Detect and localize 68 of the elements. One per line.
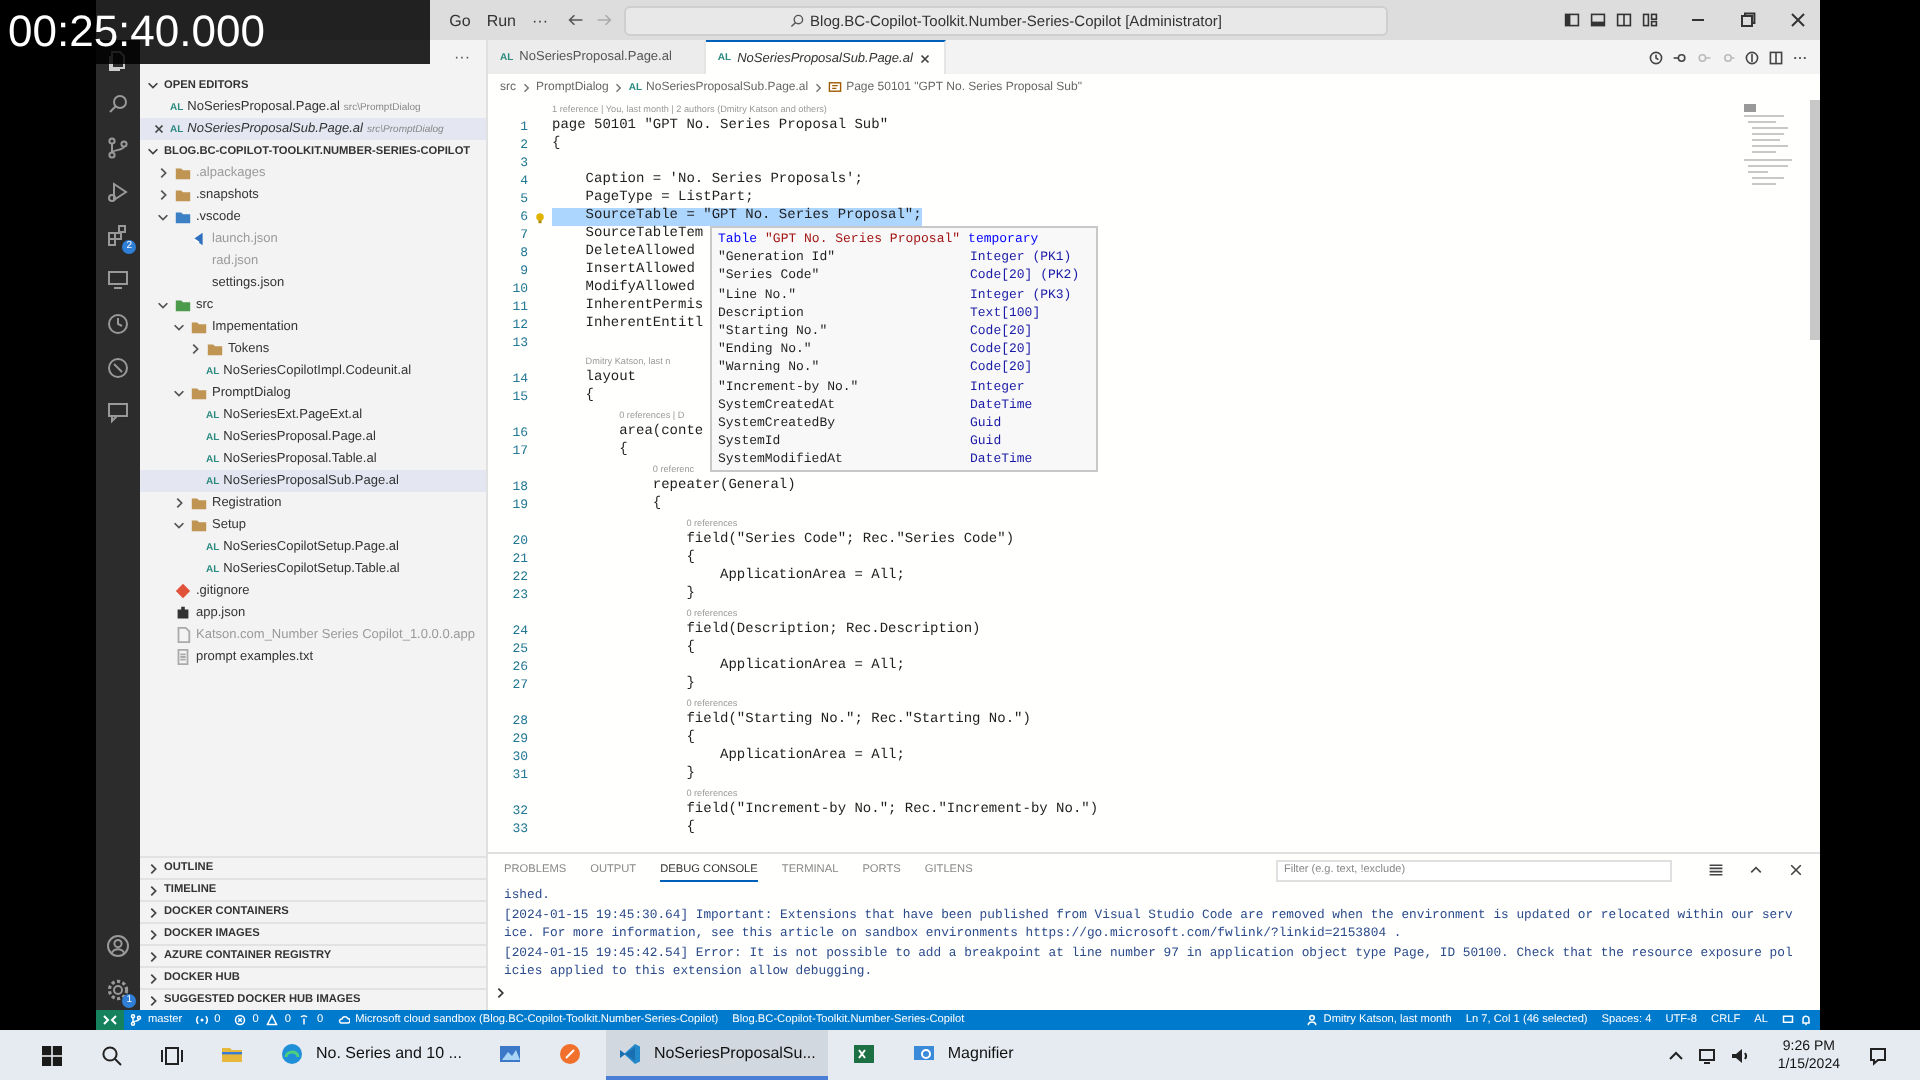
file-icon xyxy=(174,626,192,644)
text-file-icon xyxy=(174,648,192,666)
taskbar-app[interactable]: No. Series and 10 ... xyxy=(268,1030,474,1080)
chat-icon[interactable] xyxy=(106,400,130,424)
back-arrow-icon[interactable] xyxy=(568,12,584,28)
customize-layout-icon[interactable] xyxy=(1642,12,1658,28)
prompt-chevron-icon[interactable] xyxy=(494,985,508,999)
settings-icon[interactable] xyxy=(106,978,130,1002)
gitlens-icon[interactable] xyxy=(106,356,130,380)
extensions-icon[interactable] xyxy=(106,224,130,248)
app-title: Magnifier xyxy=(947,1044,1014,1062)
picture-icon xyxy=(497,1041,522,1065)
warning-icon xyxy=(266,1014,279,1026)
broadcast-icon xyxy=(196,1014,209,1026)
remote-explorer-icon[interactable] xyxy=(106,268,130,292)
menu-item[interactable]: ··· xyxy=(532,11,548,29)
bell-icon[interactable] xyxy=(1800,1014,1812,1026)
chevron-up-icon[interactable] xyxy=(1748,862,1764,878)
diamond-icon xyxy=(174,582,192,600)
chevron-icon xyxy=(612,81,625,93)
split-layout-icon[interactable] xyxy=(1616,12,1632,28)
close-icon[interactable] xyxy=(918,51,933,65)
account-icon[interactable] xyxy=(106,934,130,958)
app-title: No. Series and 10 ... xyxy=(316,1044,462,1062)
close-icon[interactable] xyxy=(152,122,166,136)
person-icon xyxy=(1305,1014,1318,1026)
code-editor-icon xyxy=(617,1041,642,1065)
folder-icon xyxy=(190,384,208,402)
search-icon xyxy=(790,13,805,27)
network-icon[interactable] xyxy=(1697,1045,1718,1065)
chevron-icon xyxy=(812,81,825,93)
scrollbar[interactable] xyxy=(1810,100,1820,340)
coin-icon[interactable] xyxy=(1744,49,1760,65)
taskbar-app[interactable]: Magnifier xyxy=(899,1030,1076,1080)
restore-icon[interactable] xyxy=(1738,10,1758,30)
search-icon[interactable] xyxy=(100,1043,124,1067)
history-icon[interactable] xyxy=(1648,49,1664,65)
task-view-icon[interactable] xyxy=(160,1043,184,1067)
swirl-icon xyxy=(280,1041,304,1065)
taskbar-app[interactable]: NoSeriesProposalSu... xyxy=(605,1030,828,1080)
feedback-icon[interactable] xyxy=(1782,1014,1794,1026)
menu-item[interactable]: Run xyxy=(486,11,516,29)
symbol-icon xyxy=(828,80,843,94)
close-icon[interactable] xyxy=(1788,10,1808,30)
lightbulb-icon[interactable] xyxy=(534,211,546,223)
circle-logo-icon xyxy=(557,1041,582,1065)
notification-icon[interactable] xyxy=(1868,1045,1888,1065)
menu-item[interactable]: Go xyxy=(449,11,471,29)
error-icon xyxy=(234,1014,247,1026)
timeline-icon[interactable] xyxy=(106,312,130,336)
list-icon[interactable] xyxy=(1708,862,1724,878)
volume-icon[interactable] xyxy=(1729,1045,1750,1065)
cloud-icon xyxy=(337,1014,350,1026)
source-control-icon[interactable] xyxy=(106,136,130,160)
app-title: NoSeriesProposalSu... xyxy=(653,1044,816,1062)
previous-change-icon[interactable] xyxy=(1672,49,1688,65)
close-icon[interactable] xyxy=(1788,862,1804,878)
magnifier-icon xyxy=(911,1041,936,1065)
remote-icon[interactable] xyxy=(96,1010,124,1030)
toggle-panel-icon[interactable] xyxy=(1590,12,1606,28)
chevron-icon xyxy=(520,81,532,93)
windows-start-icon[interactable] xyxy=(40,1043,64,1067)
more-actions-icon[interactable]: ··· xyxy=(454,48,470,66)
run-debug-icon[interactable] xyxy=(106,180,130,204)
spreadsheet-icon xyxy=(851,1041,876,1065)
branch-icon xyxy=(130,1014,142,1026)
toggle-sidebar-icon[interactable] xyxy=(1564,12,1580,28)
split-editor-icon[interactable] xyxy=(1768,49,1784,65)
